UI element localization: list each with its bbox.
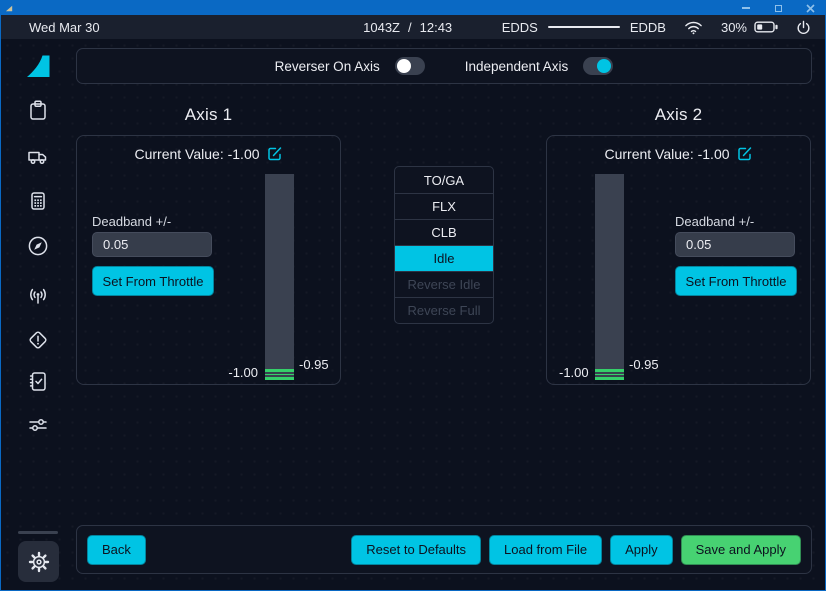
independent-axis-label: Independent Axis [465,59,569,74]
reset-to-defaults-button[interactable]: Reset to Defaults [351,535,481,565]
axis2-title: Axis 2 [546,105,811,125]
ground-services-truck-icon[interactable] [26,144,50,168]
axis1-current-value: Current Value: -1.00 [134,146,259,162]
axis2-set-from-throttle-button[interactable]: Set From Throttle [675,266,797,296]
footer-bar: Back Reset to Defaults Load from File Ap… [76,525,812,574]
radio-antenna-icon[interactable] [26,284,50,308]
statusbar-date: Wed Mar 30 [29,20,100,35]
clipboard-icon[interactable] [26,98,50,122]
window-minimize-button[interactable] [741,3,751,13]
edit-value-icon[interactable] [267,146,283,162]
independent-axis-toggle[interactable] [583,57,613,75]
wifi-icon [684,19,703,35]
app-window: Wed Mar 30 1043Z / 12:43 EDDS EDDB 30% [0,0,826,591]
app-logo-icon [5,4,14,13]
battery-percent: 30% [721,20,747,35]
detent-list: TO/GAFLXCLBIdleReverse IdleReverse Full [394,166,494,324]
detent-item-reverse-full: Reverse Full [395,297,493,323]
flight-route: EDDS EDDB [502,20,666,35]
edit-value-icon[interactable] [737,146,753,162]
detent-item-reverse-idle: Reverse Idle [395,271,493,297]
axis2-current-value: Current Value: -1.00 [604,146,729,162]
sidebar-item-settings[interactable] [18,541,59,582]
axis1-deadband-label: Deadband +/- [92,214,171,229]
axis2-range-low-label: -1.00 [559,365,589,380]
axis-options-bar: Reverser On Axis Independent Axis [76,48,812,84]
detent-item-idle[interactable]: Idle [395,245,493,271]
main-area: Reverser On Axis Independent Axis Axis 1… [1,39,825,590]
axis1-range-high-label: -0.95 [299,357,329,372]
battery-icon [754,21,778,33]
axis1-position-bar [265,174,294,380]
window-maximize-button[interactable] [773,3,783,13]
detent-item-to-ga[interactable]: TO/GA [395,167,493,193]
origin-airport: EDDS [502,20,538,35]
time-separator: / [408,20,412,35]
reverser-on-axis-label: Reverser On Axis [275,59,380,74]
sliders-icon[interactable] [26,413,50,437]
flybywire-logo-icon[interactable] [25,53,52,80]
statusbar-clock: 1043Z / 12:43 [363,15,452,39]
power-icon[interactable] [796,20,811,35]
flight-progress-line [548,26,620,29]
sidebar-divider [18,531,58,534]
settings-gear-icon [27,550,51,574]
statusbar: Wed Mar 30 1043Z / 12:43 EDDS EDDB 30% [1,15,825,39]
axis1-set-from-throttle-button[interactable]: Set From Throttle [92,266,214,296]
axis2-detent-range-band [595,369,624,380]
compass-icon[interactable] [26,234,50,258]
axis1-detent-range-band [265,369,294,380]
axis1-title: Axis 1 [76,105,341,125]
time-utc: 1043Z [363,20,400,35]
load-from-file-button[interactable]: Load from File [489,535,602,565]
detent-item-clb[interactable]: CLB [395,219,493,245]
toggle-knob [597,59,611,73]
failures-warning-icon[interactable] [26,328,50,352]
reverser-on-axis-toggle[interactable] [395,57,425,75]
checklist-icon[interactable] [26,369,50,393]
sidebar [1,39,76,590]
toggle-knob [397,59,411,73]
axis2-range-high-label: -0.95 [629,357,659,372]
axis2-position-bar [595,174,624,380]
window-close-button[interactable] [805,3,815,13]
back-button[interactable]: Back [87,535,146,565]
axis2-deadband-label: Deadband +/- [675,214,754,229]
axis1-range-low-label: -1.00 [228,365,258,380]
axis1-deadband-input[interactable] [92,232,212,257]
axis2-deadband-input[interactable] [675,232,795,257]
axis2-panel: Current Value: -1.00 Deadband +/- Set Fr… [546,135,811,385]
detent-item-flx[interactable]: FLX [395,193,493,219]
window-titlebar [1,1,825,15]
calculator-icon[interactable] [26,189,50,213]
destination-airport: EDDB [630,20,666,35]
save-and-apply-button[interactable]: Save and Apply [681,535,801,565]
time-local: 12:43 [420,20,453,35]
axis1-panel: Current Value: -1.00 Deadband +/- Set Fr… [76,135,341,385]
apply-button[interactable]: Apply [610,535,673,565]
